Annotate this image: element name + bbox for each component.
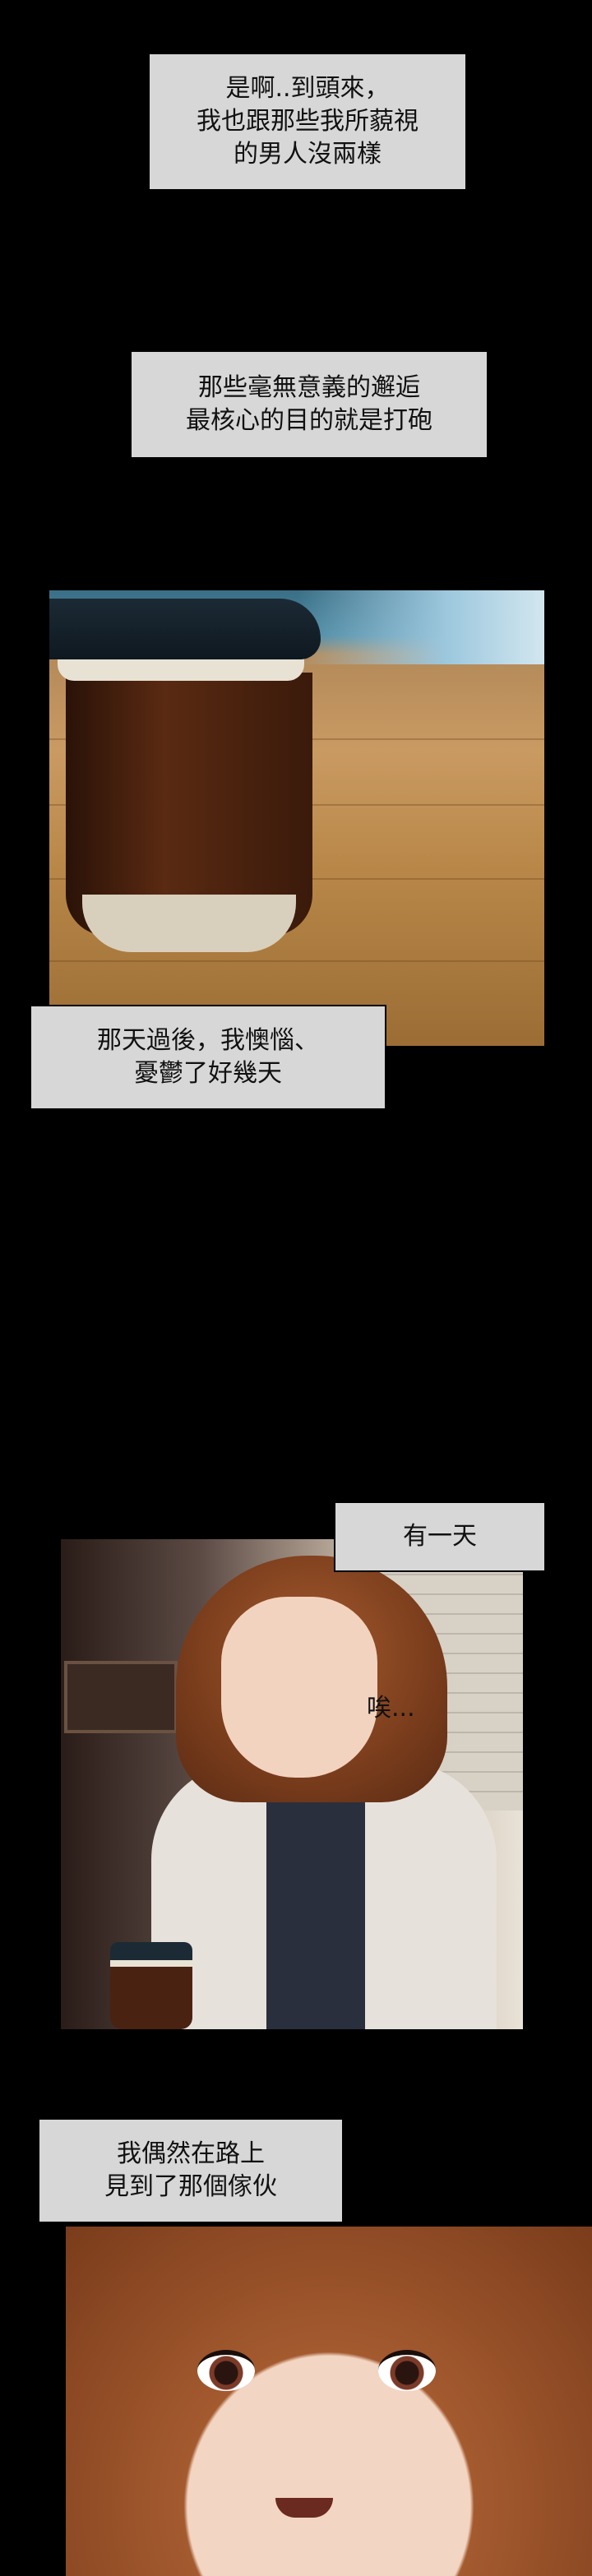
woman-shirt	[266, 1786, 365, 2029]
caption-line: 那些毫無意義的邂逅	[198, 373, 420, 402]
coffee-cup-lid	[49, 599, 321, 659]
caption-line: 的男人沒兩樣	[234, 140, 382, 169]
coffee-cup-panel	[49, 590, 544, 1046]
caption-line: 我也跟那些我所藐視	[197, 107, 419, 136]
cafe-woman-panel: 唉...	[61, 1539, 523, 2029]
caption-box-2: 那些毫無意義的邂逅 最核心的目的就是打砲	[132, 352, 487, 457]
caption-line: 我偶然在路上	[117, 2139, 265, 2168]
left-eye	[197, 2350, 255, 2391]
caption-box-1: 是啊..到頭來， 我也跟那些我所藐視 的男人沒兩樣	[150, 54, 465, 189]
coffee-cup-sleeve-bottom	[82, 895, 296, 952]
woman-face	[221, 1597, 377, 1778]
caption-box-5: 我偶然在路上 見到了那個傢伙	[38, 2118, 344, 2223]
caption-line: 憂鬱了好幾天	[134, 1059, 282, 1088]
caption-box-4: 有一天	[334, 1501, 546, 1572]
coffee-cup	[110, 1942, 192, 2029]
caption-line: 是啊..到頭來，	[225, 74, 390, 103]
caption-line: 最核心的目的就是打砲	[186, 406, 432, 435]
right-eye	[378, 2350, 436, 2391]
closeup-face-panel	[66, 2227, 592, 2576]
caption-box-3: 那天過後，我懊惱、 憂鬱了好幾天	[30, 1005, 386, 1110]
woman-hair-closeup	[66, 2227, 592, 2576]
sigh-sfx: 唉...	[367, 1694, 415, 1723]
window-light	[298, 590, 544, 664]
caption-line: 有一天	[403, 1522, 477, 1551]
caption-line: 那天過後，我懊惱、	[97, 1026, 319, 1055]
cafe-sign	[64, 1661, 178, 1733]
caption-line: 見到了那個傢伙	[104, 2172, 277, 2201]
